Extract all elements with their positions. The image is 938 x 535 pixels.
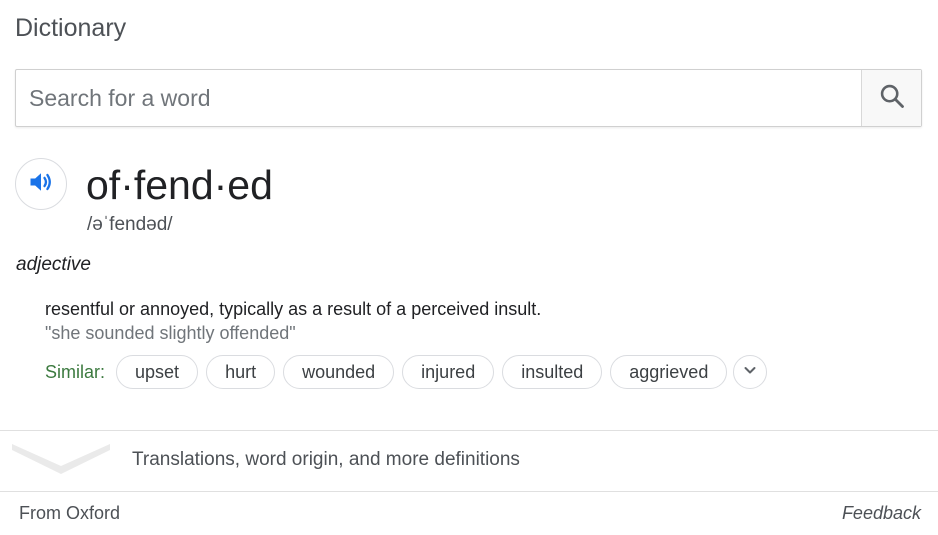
more-definitions-label: Translations, word origin, and more defi… — [132, 449, 520, 470]
similar-words-row: Similar: upset hurt wounded injured insu… — [45, 354, 768, 390]
search-button[interactable] — [861, 70, 921, 126]
pronunciation-audio-button[interactable] — [15, 158, 67, 210]
part-of-speech: adjective — [16, 254, 91, 275]
similar-chip-upset[interactable]: upset — [116, 355, 199, 389]
similar-chip-aggrieved[interactable]: aggrieved — [610, 355, 728, 389]
definition-text: resentful or annoyed, typically as a res… — [45, 299, 542, 319]
search-icon — [878, 82, 906, 115]
similar-chip-insulted[interactable]: insulted — [502, 355, 603, 389]
dictionary-card: Dictionary of·fend·ed /əˈfendəd/ adjecti… — [0, 0, 938, 535]
headword: of·fend·ed — [86, 162, 273, 208]
similar-chip-hurt[interactable]: hurt — [206, 355, 276, 389]
search-box — [15, 69, 922, 127]
example-sentence: "she sounded slightly offended" — [45, 323, 296, 343]
search-input[interactable] — [16, 70, 861, 126]
feedback-link[interactable]: Feedback — [842, 501, 921, 525]
similar-label: Similar: — [45, 361, 106, 382]
divider — [0, 491, 938, 492]
expand-similar-button[interactable] — [733, 355, 768, 389]
chevron-down-icon — [12, 444, 110, 483]
phonetic-spelling: /əˈfendəd/ — [87, 214, 173, 235]
similar-chip-injured[interactable]: injured — [402, 355, 495, 389]
chevron-down-icon — [742, 362, 758, 383]
card-title: Dictionary — [15, 14, 127, 42]
more-definitions-toggle[interactable]: Translations, word origin, and more defi… — [0, 431, 938, 491]
similar-chip-wounded[interactable]: wounded — [283, 355, 395, 389]
source-attribution: From Oxford — [19, 503, 121, 523]
speaker-icon — [27, 168, 55, 201]
